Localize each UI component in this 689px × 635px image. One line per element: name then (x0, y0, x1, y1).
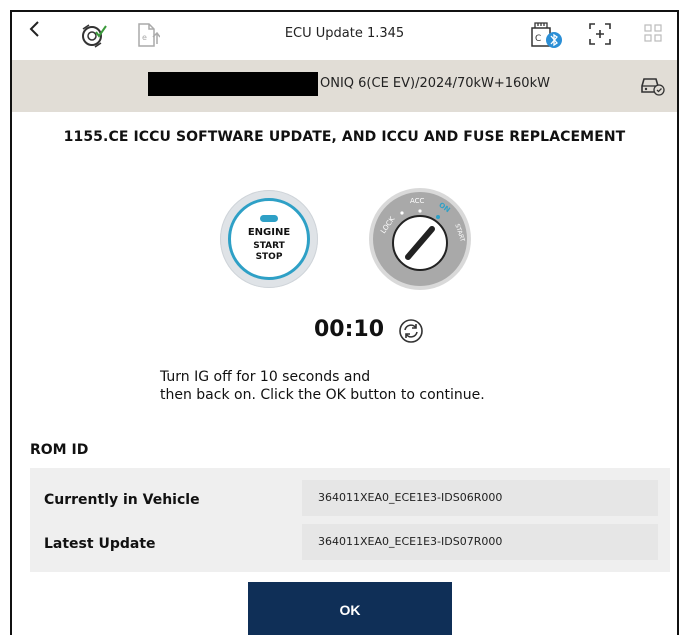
car-check-icon[interactable] (639, 74, 665, 100)
app-window: e ECU Update 1.345 C ONIQ 6(CE EV)/2024/… (10, 10, 679, 635)
row-value-latest: 364011XEA0_ECE1E3-IDS07R000 (302, 524, 658, 560)
ignition-key-icon: LOCK ACC ON START (369, 188, 471, 290)
ignition-acc-label: ACC (410, 197, 425, 205)
start-stop-label: START STOP (253, 241, 285, 262)
rom-id-table: Currently in Vehicle 364011XEA0_ECE1E3-I… (30, 468, 670, 572)
rom-id-heading: ROM ID (30, 442, 89, 458)
engine-label: ENGINE (247, 227, 291, 238)
svg-text:C: C (535, 34, 541, 44)
window-title: ECU Update 1.345 (284, 26, 405, 41)
refresh-icon[interactable] (398, 318, 424, 348)
page-title: 1155.CE ICCU SOFTWARE UPDATE, AND ICCU A… (63, 129, 626, 145)
ok-button[interactable]: OK (248, 582, 452, 635)
row-label-current: Currently in Vehicle (44, 492, 200, 508)
grid-menu-icon[interactable] (644, 24, 662, 42)
engine-start-stop-icon: ENGINE START STOP (220, 190, 318, 288)
top-toolbar: e ECU Update 1.345 C (12, 12, 677, 60)
vehicle-description: ONIQ 6(CE EV)/2024/70kW+160kW (320, 76, 550, 91)
row-value-current: 364011XEA0_ECE1E3-IDS06R000 (302, 480, 658, 516)
bluetooth-device-icon[interactable]: C (530, 20, 564, 50)
vehicle-info-bar: ONIQ 6(CE EV)/2024/70kW+160kW (12, 60, 677, 112)
row-label-latest: Latest Update (44, 536, 156, 552)
screen-capture-icon[interactable] (588, 22, 612, 46)
instruction-text: Turn IG off for 10 seconds and then back… (160, 369, 485, 403)
redacted-vin (148, 72, 318, 96)
countdown-timer: 00:10 (314, 317, 385, 342)
